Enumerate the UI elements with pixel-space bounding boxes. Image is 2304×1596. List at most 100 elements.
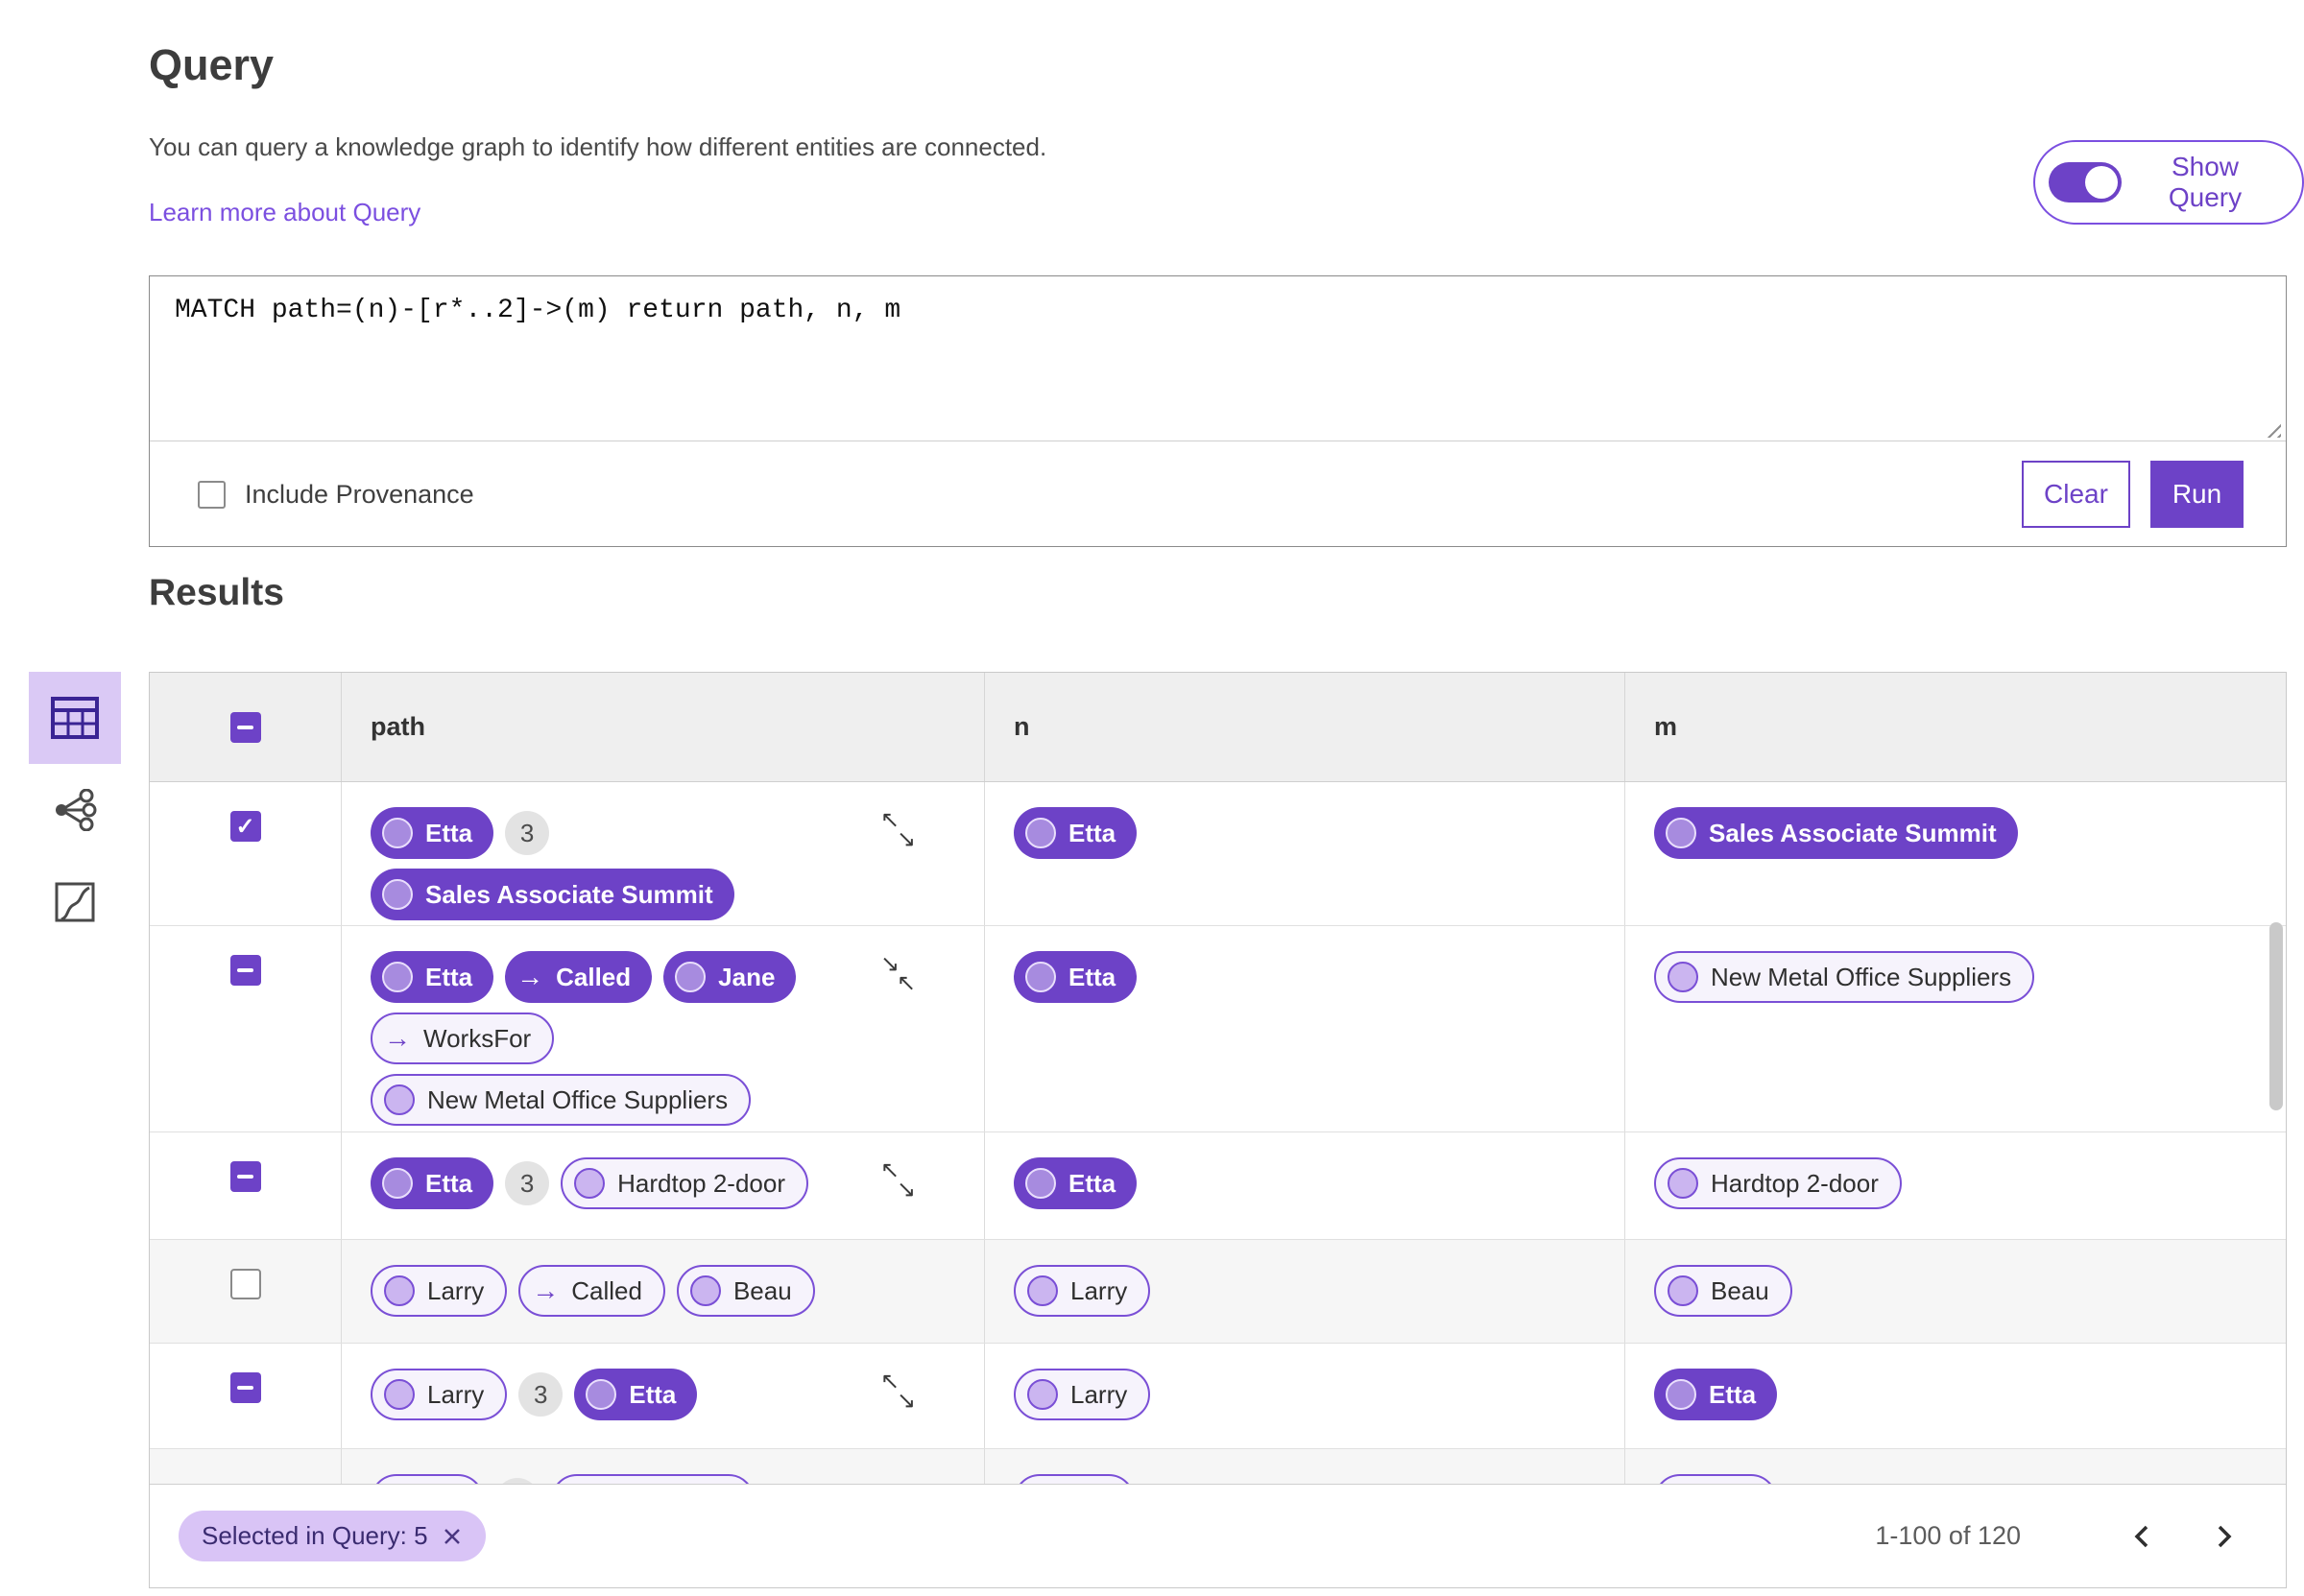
table-row — [150, 1449, 2286, 1484]
node-pill[interactable] — [551, 1474, 755, 1484]
pill-label: Etta — [425, 1168, 473, 1198]
node-circle-icon — [1027, 1275, 1058, 1306]
node-pill[interactable] — [1014, 1474, 1135, 1484]
pill-label: Larry — [1070, 1275, 1128, 1305]
node-circle-icon — [1027, 1379, 1058, 1410]
pill-label: Etta — [425, 962, 473, 991]
node-pill[interactable]: Jane — [663, 951, 797, 1003]
node-circle-icon — [1668, 962, 1698, 992]
path-cell: Larry → Called Beau — [342, 1240, 985, 1343]
arrow-right-icon: → — [384, 1023, 411, 1053]
node-pill[interactable]: New Metal Office Suppliers — [1654, 951, 2035, 1003]
next-page-button[interactable] — [2203, 1515, 2245, 1558]
node-pill[interactable]: Larry — [1014, 1265, 1151, 1317]
row-select-cell — [150, 926, 342, 1131]
path-length-badge[interactable] — [495, 1478, 540, 1484]
path-length-badge[interactable]: 3 — [505, 1161, 550, 1205]
show-query-toggle-button[interactable]: Show Query — [2033, 140, 2304, 225]
table-row: Larry 3 Etta ↖ ↘ Larry Etta — [150, 1344, 2286, 1449]
node-pill[interactable]: Etta — [371, 1157, 494, 1209]
node-pill[interactable] — [1654, 1474, 1777, 1484]
table-body: ✓ Etta 3 Sales Associate Summit ↖ ↘ Etta Sales … — [150, 782, 2286, 1484]
row-checkbox[interactable] — [229, 955, 261, 986]
indeterminate-dash-icon — [237, 1386, 253, 1390]
column-header-n[interactable]: n — [985, 673, 1625, 781]
node-circle-icon — [382, 962, 413, 992]
map-view-icon — [55, 882, 95, 922]
include-provenance-checkbox[interactable] — [198, 480, 226, 509]
node-pill[interactable]: New Metal Office Suppliers — [371, 1074, 752, 1126]
pill-label: Etta — [1068, 1168, 1116, 1198]
node-pill[interactable]: Beau — [676, 1265, 815, 1317]
node-pill[interactable]: Larry — [371, 1265, 508, 1317]
learn-more-link[interactable]: Learn more about Query — [149, 198, 420, 227]
page-title: Query — [149, 40, 275, 89]
chip-close-icon[interactable] — [442, 1526, 463, 1547]
path-cell — [342, 1449, 985, 1484]
expand-path-icon[interactable]: ↖ ↘ — [880, 809, 923, 855]
pill-label: Hardtop 2-door — [617, 1168, 786, 1198]
node-pill[interactable]: Etta — [1654, 1369, 1778, 1420]
clear-button[interactable]: Clear — [2022, 461, 2130, 528]
edge-pill[interactable]: → Called — [505, 951, 653, 1003]
path-cell: Etta → Called Jane → WorksFor New Metal Office… — [342, 926, 985, 1131]
node-pill[interactable]: Sales Associate Summit — [1654, 807, 2018, 859]
query-page: Query You can query a knowledge graph to… — [0, 0, 2304, 1596]
node-circle-icon — [574, 1168, 606, 1199]
node-pill[interactable]: Etta — [1014, 951, 1138, 1003]
node-pill[interactable]: Larry — [371, 1369, 508, 1420]
row-checkbox[interactable] — [229, 1161, 261, 1192]
scrollbar-thumb[interactable] — [2269, 922, 2283, 1110]
arrow-right-icon: → — [516, 962, 544, 991]
expand-path-icon[interactable]: ↖ ↘ — [880, 1159, 923, 1205]
row-checkbox[interactable] — [229, 1372, 261, 1403]
select-all-checkbox[interactable] — [229, 711, 261, 743]
node-pill[interactable]: Etta — [1014, 807, 1138, 859]
pill-label: Larry — [1070, 1379, 1128, 1409]
n-cell — [985, 1449, 1625, 1484]
node-pill[interactable]: Etta — [574, 1369, 698, 1420]
map-view-button[interactable] — [29, 856, 121, 948]
pill-label: Beau — [1711, 1275, 1769, 1305]
chevron-left-icon — [2134, 1525, 2148, 1547]
page-description: You can query a knowledge graph to ident… — [149, 132, 1047, 161]
pill-label: Etta — [425, 818, 473, 847]
toggle-on-icon[interactable] — [2049, 162, 2122, 202]
vertical-scrollbar[interactable] — [2269, 782, 2283, 1484]
n-cell: Etta — [985, 926, 1625, 1131]
node-pill[interactable]: Beau — [1654, 1265, 1792, 1317]
edge-pill[interactable]: → WorksFor — [371, 1012, 555, 1064]
edge-pill[interactable]: → Called — [518, 1265, 665, 1317]
node-circle-icon — [1025, 962, 1056, 992]
node-pill[interactable]: Sales Associate Summit — [371, 869, 734, 920]
column-header-m[interactable]: m — [1625, 673, 2286, 781]
pagination-range: 1-100 of 120 — [1875, 1521, 2021, 1550]
node-circle-icon — [384, 1084, 415, 1115]
graph-view-button[interactable] — [29, 764, 121, 856]
node-pill[interactable]: Etta — [371, 807, 494, 859]
table-row: ✓ Etta 3 Sales Associate Summit ↖ ↘ Etta Sales … — [150, 782, 2286, 926]
m-cell: Hardtop 2-door — [1625, 1132, 2286, 1239]
path-length-badge[interactable]: 3 — [505, 811, 550, 855]
table-view-button[interactable] — [29, 672, 121, 764]
path-length-badge[interactable]: 3 — [518, 1372, 564, 1417]
node-pill[interactable]: Etta — [371, 951, 494, 1003]
row-checkbox[interactable]: ✓ — [229, 811, 261, 842]
node-pill[interactable]: Hardtop 2-door — [1654, 1157, 1902, 1209]
expand-path-icon[interactable]: ↖ ↘ — [880, 1370, 923, 1417]
node-pill[interactable] — [371, 1474, 484, 1484]
node-pill[interactable]: Etta — [1014, 1157, 1138, 1209]
row-select-cell — [150, 1132, 342, 1239]
run-button[interactable]: Run — [2150, 461, 2244, 528]
node-pill[interactable]: Hardtop 2-door — [561, 1157, 809, 1209]
query-editor[interactable]: MATCH path=(n)-[r*..2]->(m) return path,… — [150, 276, 2286, 441]
indeterminate-dash-icon — [237, 968, 253, 972]
node-circle-icon — [382, 818, 413, 848]
pill-label: New Metal Office Suppliers — [1711, 962, 2012, 991]
selected-in-query-chip[interactable]: Selected in Query: 5 — [179, 1511, 486, 1561]
column-header-path[interactable]: path — [342, 673, 985, 781]
node-pill[interactable]: Larry — [1014, 1369, 1151, 1420]
previous-page-button[interactable] — [2121, 1515, 2163, 1558]
collapse-path-icon[interactable]: ↘ ↖ — [880, 953, 923, 999]
row-checkbox[interactable] — [229, 1269, 261, 1299]
